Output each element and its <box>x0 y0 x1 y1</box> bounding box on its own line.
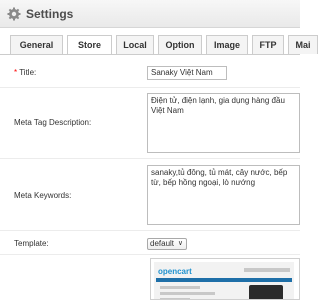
template-preview-image: opencart <box>150 258 300 300</box>
preview-search-bar <box>244 268 290 272</box>
tab-divider <box>0 54 300 55</box>
preview-tablet-image <box>249 285 283 299</box>
tab-general[interactable]: General <box>10 35 63 54</box>
tab-option[interactable]: Option <box>158 35 202 54</box>
page-title: Settings <box>26 7 74 21</box>
preview-text-line <box>160 286 200 289</box>
meta-description-textarea[interactable]: Điện tử, điện lạnh, gia dụng hàng đầu Vi… <box>147 93 300 153</box>
page-header: Settings <box>0 0 300 28</box>
tab-store[interactable]: Store <box>67 35 112 55</box>
preview-screenshot: opencart <box>154 262 294 299</box>
template-label: Template: <box>14 239 49 248</box>
chevron-down-icon: ∨ <box>177 240 183 247</box>
tab-local[interactable]: Local <box>116 35 154 54</box>
title-input[interactable]: Sanaky Việt Nam <box>147 66 227 80</box>
gear-icon <box>7 7 21 21</box>
title-label-text: Title: <box>19 68 37 77</box>
tab-mail[interactable]: Mai <box>288 35 318 54</box>
template-select-value: default <box>150 239 175 248</box>
settings-tabs: General Store Local Option Image FTP Mai <box>10 35 318 55</box>
row-divider <box>0 87 300 88</box>
tab-image[interactable]: Image <box>206 35 248 54</box>
preview-nav-bar <box>156 278 292 282</box>
meta-keywords-label: Meta Keywords: <box>14 191 72 200</box>
row-divider <box>0 158 300 159</box>
preview-text-line <box>160 292 215 295</box>
meta-description-label: Meta Tag Description: <box>14 118 92 127</box>
row-divider <box>0 230 300 231</box>
row-divider <box>0 254 300 255</box>
opencart-logo: opencart <box>158 267 192 276</box>
template-select[interactable]: default ∨ <box>147 238 187 250</box>
title-label: * Title: <box>14 68 36 78</box>
tab-ftp[interactable]: FTP <box>252 35 284 54</box>
meta-keywords-textarea[interactable]: sanaky,tủ đông, tủ mát, cây nước, bếp từ… <box>147 165 300 225</box>
